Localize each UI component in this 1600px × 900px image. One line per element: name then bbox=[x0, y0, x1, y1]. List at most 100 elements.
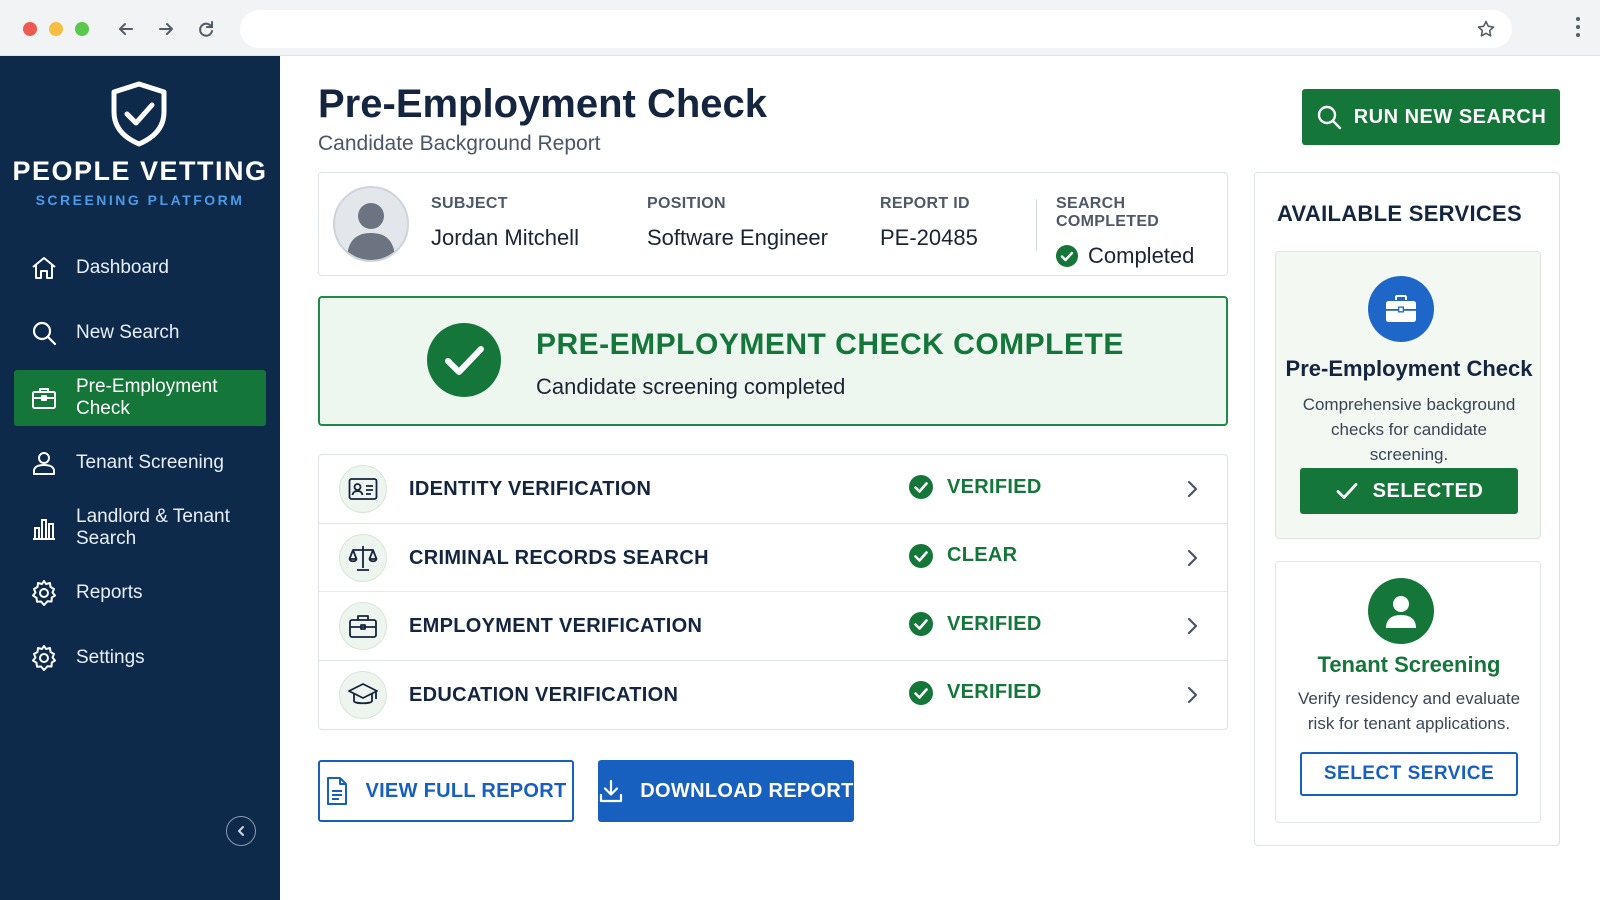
check-row-education-verification[interactable]: EDUCATION VERIFICATION VERIFIED bbox=[319, 661, 1227, 730]
window-close-button[interactable] bbox=[23, 22, 37, 36]
main-content: Pre-Employment Check Candidate Backgroun… bbox=[280, 56, 1600, 900]
check-status-text: VERIFIED bbox=[947, 612, 1042, 635]
check-label: EMPLOYMENT VERIFICATION bbox=[409, 615, 703, 637]
check-circle-icon bbox=[426, 322, 502, 403]
sidebar-item-dashboard[interactable]: Dashboard bbox=[14, 240, 266, 296]
sidebar-item-landlord-tenant-search[interactable]: Landlord & Tenant Search bbox=[14, 500, 266, 556]
sidebar-item-label: Landlord & Tenant Search bbox=[76, 506, 230, 549]
window-minimize-button[interactable] bbox=[49, 22, 63, 36]
sidebar-item-label: New Search bbox=[76, 322, 180, 343]
more-icon[interactable] bbox=[1574, 16, 1582, 43]
sidebar-item-pre-employment-check[interactable]: Pre-Employment Check bbox=[14, 370, 266, 426]
service-name: Pre-Employment Check bbox=[1285, 356, 1533, 381]
check-status-text: CLEAR bbox=[947, 544, 1018, 566]
search-status-label: SEARCH COMPLETED bbox=[1056, 195, 1160, 230]
position-field: POSITION Software Engineer bbox=[647, 195, 828, 251]
scales-icon bbox=[339, 533, 387, 582]
service-name: Tenant Screening bbox=[1317, 652, 1501, 677]
run-new-search-label: RUN NEW SEARCH bbox=[1353, 105, 1547, 128]
check-circle-icon bbox=[909, 680, 933, 705]
brand-name: PEOPLE VETTING bbox=[12, 156, 268, 186]
position-value: Software Engineer bbox=[647, 225, 828, 250]
user-icon bbox=[1368, 578, 1434, 644]
download-report-button[interactable]: DOWNLOAD REPORT bbox=[598, 760, 854, 822]
shield-check-logo-icon bbox=[108, 80, 170, 153]
run-new-search-button[interactable]: RUN NEW SEARCH bbox=[1302, 89, 1560, 145]
divider bbox=[1036, 199, 1037, 251]
download-icon bbox=[600, 779, 623, 803]
view-full-report-button[interactable]: VIEW FULL REPORT bbox=[318, 760, 574, 822]
search-icon bbox=[32, 321, 57, 346]
window-maximize-button[interactable] bbox=[75, 22, 89, 36]
check-circle-icon bbox=[909, 475, 933, 499]
chevron-right-icon[interactable] bbox=[1185, 548, 1199, 573]
check-row-criminal-records-search[interactable]: CRIMINAL RECORDS SEARCH CLEAR bbox=[319, 524, 1227, 592]
download-report-label: DOWNLOAD REPORT bbox=[640, 779, 854, 802]
sidebar-item-label: Tenant Screening bbox=[76, 452, 224, 473]
service-description: Verify residency and evaluate risk for t… bbox=[1297, 689, 1521, 733]
service-card-pre-employment-check[interactable]: Pre-Employment Check Comprehensive backg… bbox=[1275, 251, 1541, 539]
sidebar-item-label: Dashboard bbox=[76, 257, 169, 278]
report-id-field: REPORT ID PE-20485 bbox=[880, 195, 978, 251]
check-status: VERIFIED bbox=[909, 612, 1042, 636]
service-card-tenant-screening[interactable]: Tenant Screening Verify residency and ev… bbox=[1275, 561, 1541, 823]
subject-summary-card: SUBJECT Jordan Mitchell POSITION Softwar… bbox=[318, 172, 1228, 276]
sidebar-item-new-search[interactable]: New Search bbox=[14, 305, 266, 361]
banner-title: PRE-EMPLOYMENT CHECK COMPLETE bbox=[536, 328, 1124, 361]
chevron-right-icon[interactable] bbox=[1185, 685, 1199, 710]
sidebar-item-tenant-screening[interactable]: Tenant Screening bbox=[14, 435, 266, 491]
address-bar[interactable] bbox=[240, 10, 1512, 48]
subject-label: SUBJECT bbox=[431, 195, 508, 212]
sidebar-collapse-button[interactable] bbox=[226, 816, 256, 846]
check-label: CRIMINAL RECORDS SEARCH bbox=[409, 546, 709, 569]
briefcase-icon bbox=[1368, 276, 1434, 342]
sidebar-item-label: Settings bbox=[76, 647, 145, 668]
check-status: VERIFIED bbox=[909, 680, 1042, 705]
check-status-text: VERIFIED bbox=[947, 681, 1042, 703]
avatar bbox=[333, 186, 409, 262]
home-icon bbox=[32, 257, 56, 279]
view-full-report-label: VIEW FULL REPORT bbox=[365, 779, 567, 802]
reload-icon[interactable] bbox=[193, 16, 219, 42]
chevron-right-icon[interactable] bbox=[1185, 616, 1199, 641]
check-status: CLEAR bbox=[909, 543, 1018, 568]
check-circle-icon bbox=[1056, 245, 1078, 267]
report-id-value: PE-20485 bbox=[880, 225, 978, 250]
search-status-field: SEARCH COMPLETED Completed bbox=[1056, 195, 1227, 269]
graduation-cap-icon bbox=[339, 670, 387, 719]
position-label: POSITION bbox=[647, 195, 726, 212]
forward-icon[interactable] bbox=[153, 16, 179, 42]
search-icon bbox=[1317, 105, 1341, 130]
chevron-left-icon bbox=[238, 826, 244, 836]
chevron-right-icon[interactable] bbox=[1185, 479, 1199, 504]
verification-checks-list: IDENTITY VERIFICATION VERIFIED CRIMINAL … bbox=[318, 454, 1228, 730]
briefcase-icon bbox=[339, 602, 387, 650]
sidebar: PEOPLE VETTING SCREENING PLATFORM Dashbo… bbox=[0, 56, 280, 900]
back-icon[interactable] bbox=[113, 16, 139, 42]
service-selected-label: SELECTED bbox=[1372, 479, 1484, 502]
star-icon[interactable] bbox=[1476, 19, 1496, 44]
check-status-text: VERIFIED bbox=[947, 475, 1042, 498]
select-service-button[interactable]: SELECT SERVICE bbox=[1300, 752, 1518, 796]
gear-icon bbox=[32, 645, 56, 671]
bar-chart-icon bbox=[33, 519, 55, 540]
page-subtitle: Candidate Background Report bbox=[318, 132, 601, 155]
service-description: Comprehensive background checks for cand… bbox=[1302, 395, 1516, 464]
sidebar-item-label: Reports bbox=[76, 582, 143, 603]
check-status: VERIFIED bbox=[909, 475, 1042, 499]
sidebar-item-settings[interactable]: Settings bbox=[14, 630, 266, 686]
check-row-employment-verification[interactable]: EMPLOYMENT VERIFICATION VERIFIED bbox=[319, 592, 1227, 661]
check-circle-icon bbox=[909, 612, 933, 636]
sidebar-item-reports[interactable]: Reports bbox=[14, 565, 266, 621]
check-row-identity-verification[interactable]: IDENTITY VERIFICATION VERIFIED bbox=[319, 455, 1227, 524]
available-services-panel: AVAILABLE SERVICES Pre-Employment Check … bbox=[1254, 172, 1560, 846]
services-title: AVAILABLE SERVICES bbox=[1277, 201, 1522, 226]
service-selected-button[interactable]: SELECTED bbox=[1300, 468, 1518, 514]
gear-icon bbox=[32, 580, 56, 606]
document-icon bbox=[327, 777, 348, 805]
id-card-icon bbox=[339, 465, 387, 513]
user-icon bbox=[33, 452, 55, 475]
subject-field: SUBJECT Jordan Mitchell bbox=[431, 195, 579, 251]
sidebar-nav: Dashboard New Search Pre-Employment Chec… bbox=[14, 240, 266, 695]
browser-toolbar bbox=[0, 0, 1600, 56]
